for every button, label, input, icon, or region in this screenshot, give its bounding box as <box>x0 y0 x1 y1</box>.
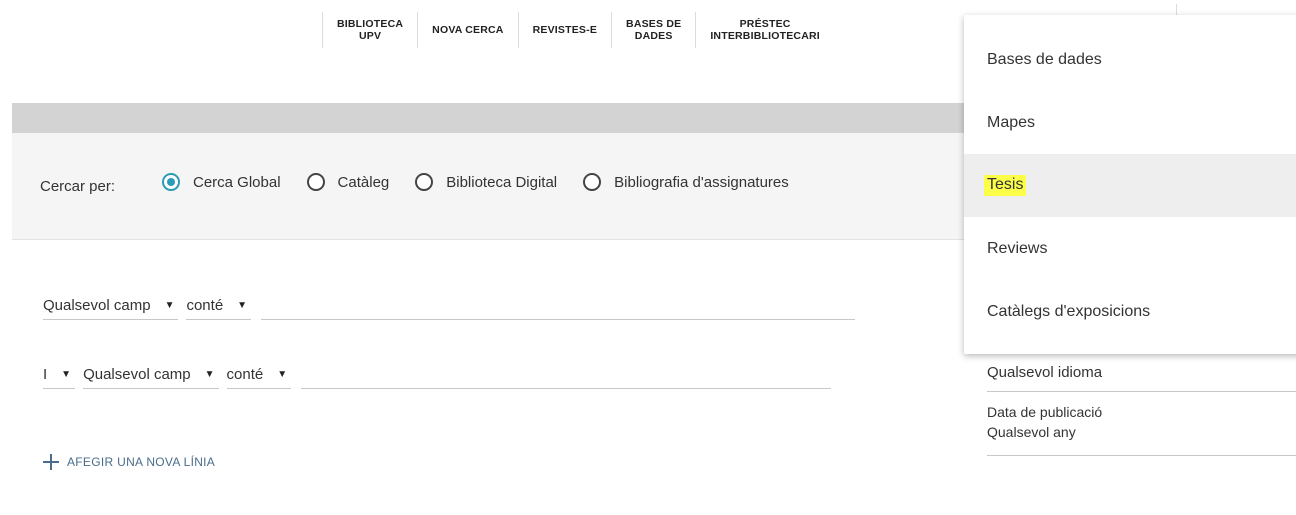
nav-bases-de-dades[interactable]: BASES DE DADES <box>611 12 695 48</box>
query-row-2: I ▼ Qualsevol camp ▼ conté ▼ <box>43 363 832 389</box>
field-select-2[interactable]: Qualsevol camp ▼ <box>83 366 219 389</box>
menu-item-reviews[interactable]: Reviews <box>964 217 1296 280</box>
menu-item-label: Reviews <box>987 239 1048 257</box>
radio-label: Catàleg <box>337 173 390 191</box>
nav-prestec-interbibliotecari[interactable]: PRÉSTEC INTERBIBLIOTECARI <box>695 12 834 48</box>
publication-date-select[interactable]: Qualsevol any <box>987 422 1296 442</box>
page-root: BIBLIOTECA UPV NOVA CERCA REVISTES-E BAS… <box>0 0 1296 515</box>
field-select-value: Qualsevol camp <box>43 297 151 314</box>
radio-cataleg[interactable]: Catàleg <box>306 173 390 191</box>
menu-item-mapes[interactable]: Mapes <box>964 91 1296 154</box>
search-scope-radio-group: Cerca Global Catàleg Biblioteca Digital … <box>162 173 815 191</box>
query-row-1: Qualsevol camp ▼ conté ▼ <box>43 294 856 320</box>
add-new-line-label: AFEGIR UNA NOVA LÍNIA <box>67 455 216 469</box>
radio-cerca-global[interactable]: Cerca Global <box>162 173 281 191</box>
radio-bibliografia-assignatures[interactable]: Bibliografia d'assignatures <box>583 173 789 191</box>
nav-revistes-e[interactable]: REVISTES-E <box>517 12 611 48</box>
field-select-1[interactable]: Qualsevol camp ▼ <box>43 297 179 320</box>
radio-biblioteca-digital[interactable]: Biblioteca Digital <box>415 173 557 191</box>
menu-item-bases-de-dades[interactable]: Bases de dades <box>964 28 1296 91</box>
radio-label: Biblioteca Digital <box>446 173 558 191</box>
top-navigation: BIBLIOTECA UPV NOVA CERCA REVISTES-E BAS… <box>322 12 834 48</box>
menu-item-label: Bases de dades <box>987 50 1102 68</box>
add-new-line-button[interactable]: AFEGIR UNA NOVA LÍNIA <box>43 454 215 470</box>
language-filter-select[interactable]: Qualsevol idioma <box>987 364 1296 392</box>
resource-type-dropdown: Bases de dades Mapes Tesis Reviews Catàl… <box>964 15 1296 354</box>
radio-checked-icon[interactable] <box>162 173 180 191</box>
menu-item-label: Mapes <box>987 113 1036 131</box>
nav-nova-cerca[interactable]: NOVA CERCA <box>417 12 517 48</box>
triangle-down-icon: ▼ <box>164 300 175 311</box>
triangle-down-icon: ▼ <box>237 300 248 311</box>
radio-unchecked-icon[interactable] <box>306 173 325 191</box>
operator-select-value: conté <box>186 297 224 314</box>
plus-icon <box>43 454 59 470</box>
triangle-down-icon: ▼ <box>204 369 215 380</box>
radio-label: Cerca Global <box>193 173 281 191</box>
publication-date-filter: Data de publicació Qualsevol any <box>987 402 1296 456</box>
operator-select-1[interactable]: conté ▼ <box>186 297 252 320</box>
radio-unchecked-icon[interactable] <box>415 173 434 191</box>
boolean-select-2[interactable]: I ▼ <box>43 366 76 389</box>
boolean-select-value: I <box>43 366 48 383</box>
nav-biblioteca-upv[interactable]: BIBLIOTECA UPV <box>322 12 417 48</box>
query-input-1[interactable] <box>261 295 856 320</box>
operator-select-value: conté <box>226 366 264 383</box>
radio-unchecked-icon[interactable] <box>583 173 602 191</box>
operator-select-2[interactable]: conté ▼ <box>226 366 292 389</box>
triangle-down-icon: ▼ <box>277 369 288 380</box>
publication-date-label: Data de publicació <box>987 404 1103 420</box>
radio-label: Bibliografia d'assignatures <box>614 173 789 191</box>
search-by-label: Cercar per: <box>40 178 116 195</box>
language-filter-value: Qualsevol idioma <box>987 364 1103 381</box>
menu-item-label-highlighted: Tesis <box>984 175 1027 196</box>
menu-item-tesis[interactable]: Tesis <box>964 154 1296 217</box>
triangle-down-icon: ▼ <box>61 369 72 380</box>
menu-item-label: Catàlegs d'exposicions <box>987 302 1151 320</box>
menu-item-catalegs-exposicions[interactable]: Catàlegs d'exposicions <box>964 280 1296 343</box>
query-input-2[interactable] <box>301 364 832 389</box>
field-select-value: Qualsevol camp <box>83 366 191 383</box>
